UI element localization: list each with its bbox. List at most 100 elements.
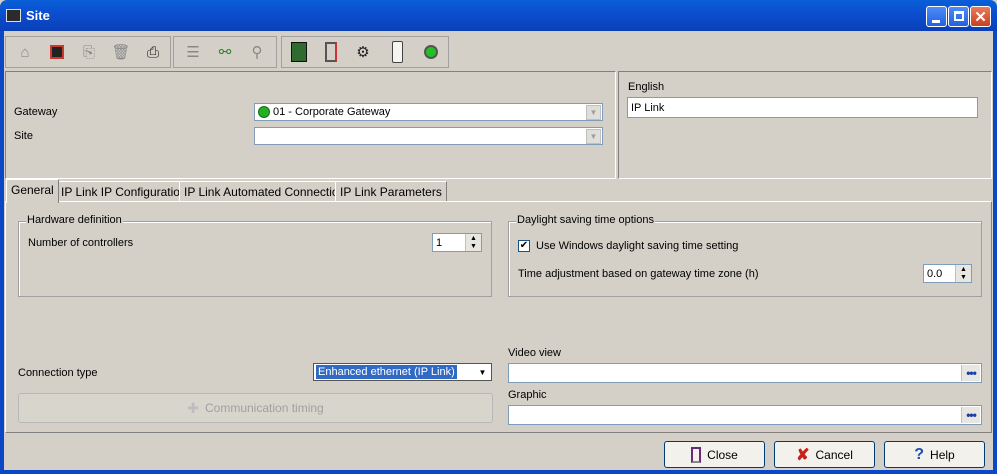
spin-down-icon[interactable]: ▼ xyxy=(956,274,971,283)
graphic-field[interactable]: ••• xyxy=(508,405,982,425)
window-frame-right xyxy=(993,31,997,474)
help-button[interactable]: ? Help xyxy=(884,441,985,468)
ellipsis-icon: ••• xyxy=(966,408,977,422)
language-label: English xyxy=(628,81,665,93)
checkmark-icon: ✔ xyxy=(519,240,529,251)
gateway-value: 01 - Corporate Gateway xyxy=(273,106,391,118)
list-button[interactable]: ☰ xyxy=(179,39,207,65)
chevron-down-icon[interactable]: ▼ xyxy=(475,365,490,380)
status-dot-icon xyxy=(258,106,270,118)
controllers-spinner[interactable]: 1 ▲ ▼ xyxy=(432,233,482,252)
status-led-icon xyxy=(424,45,438,59)
daylight-saving-group: Daylight saving time options xyxy=(508,214,982,297)
delete-button[interactable]: 🗑 xyxy=(107,39,135,65)
link-button[interactable]: ⚯ xyxy=(211,39,239,65)
title-bar xyxy=(0,0,997,31)
maximize-button[interactable] xyxy=(948,6,969,27)
time-adjustment-spinner[interactable]: 0.0 ▲ ▼ xyxy=(923,264,972,283)
controller-board-icon xyxy=(291,42,307,62)
print-button[interactable]: ⎙ xyxy=(139,39,167,65)
door-icon xyxy=(325,42,337,62)
help-question-icon: ? xyxy=(914,445,925,463)
plus-icon: ✚ xyxy=(187,399,199,416)
video-view-field[interactable]: ••• xyxy=(508,363,982,383)
search-icon: ⚲ xyxy=(251,44,263,61)
minimize-icon xyxy=(932,20,940,23)
new-icon: ⌂ xyxy=(20,43,30,61)
copy-button[interactable]: ⎘ xyxy=(75,39,103,65)
copy-icon: ⎘ xyxy=(82,43,95,61)
door-exit-icon xyxy=(691,446,702,463)
site-select[interactable]: ▼ xyxy=(254,127,603,145)
tab-general[interactable]: General xyxy=(6,179,59,203)
connection-type-value: Enhanced ethernet (IP Link) xyxy=(316,365,457,379)
reader-button[interactable] xyxy=(383,39,411,65)
cancel-button[interactable]: ✘ Cancel xyxy=(774,441,875,468)
controllers-value: 1 xyxy=(436,237,443,249)
communication-timing-label: Communication timing xyxy=(205,401,324,415)
toolbar-group-file: ⌂ ⎘ 🗑 ⎙ xyxy=(5,36,171,68)
search-button[interactable]: ⚲ xyxy=(243,39,271,65)
browse-video-button[interactable]: ••• xyxy=(961,365,980,381)
gateway-select[interactable]: 01 - Corporate Gateway ▼ xyxy=(254,103,603,121)
dst-checkbox-label: Use Windows daylight saving time setting xyxy=(536,240,739,252)
cancel-button-label: Cancel xyxy=(815,447,853,462)
cancel-x-icon: ✘ xyxy=(796,446,810,464)
video-view-label: Video view xyxy=(508,347,561,359)
print-icon: ⎙ xyxy=(146,43,159,61)
minimize-button[interactable] xyxy=(926,6,947,27)
window-frame-left xyxy=(0,31,4,474)
language-panel xyxy=(618,71,992,179)
close-button[interactable]: Close xyxy=(664,441,765,468)
dst-checkbox[interactable]: ✔ xyxy=(518,240,530,252)
connection-type-label: Connection type xyxy=(18,367,98,379)
tab-ip-link-parameters[interactable]: IP Link Parameters xyxy=(335,181,447,201)
daylight-saving-title: Daylight saving time options xyxy=(516,214,655,226)
save-icon xyxy=(50,45,64,59)
spin-up-icon[interactable]: ▲ xyxy=(466,234,481,243)
help-button-label: Help xyxy=(930,447,955,462)
site-label: Site xyxy=(14,130,33,142)
gateway-label: Gateway xyxy=(14,106,58,118)
spinner-buttons[interactable]: ▲ ▼ xyxy=(955,265,971,282)
window-frame-bottom xyxy=(0,470,997,474)
reader-icon xyxy=(391,41,403,63)
hardware-definition-title: Hardware definition xyxy=(26,214,123,226)
close-icon: ✕ xyxy=(974,8,987,26)
close-button-label: Close xyxy=(707,447,738,462)
new-button[interactable]: ⌂ xyxy=(11,39,39,65)
chevron-down-icon[interactable]: ▼ xyxy=(586,129,601,144)
list-icon: ☰ xyxy=(186,44,200,61)
connection-type-select[interactable]: Enhanced ethernet (IP Link) ▼ xyxy=(313,363,492,381)
toolbar-group-hardware: ⚙ xyxy=(281,36,449,68)
status-led-button[interactable] xyxy=(417,39,445,65)
site-name-input[interactable] xyxy=(627,97,978,118)
browse-graphic-button[interactable]: ••• xyxy=(961,407,980,423)
tab-ip-link-ip-configuration[interactable]: IP Link IP Configuration xyxy=(56,181,192,201)
app-icon xyxy=(6,9,21,22)
save-button[interactable] xyxy=(43,39,71,65)
io-module-button[interactable]: ⚙ xyxy=(349,39,377,65)
io-module-icon: ⚙ xyxy=(356,44,370,61)
controllers-label: Number of controllers xyxy=(28,237,134,249)
close-window-button[interactable]: ✕ xyxy=(970,6,991,27)
delete-icon: 🗑 xyxy=(111,44,131,61)
communication-timing-button[interactable]: ✚ Communication timing xyxy=(18,393,493,423)
time-adjustment-label: Time adjustment based on gateway time zo… xyxy=(518,268,759,280)
ellipsis-icon: ••• xyxy=(966,366,977,380)
header-panel xyxy=(5,71,616,179)
toolbar-group-tools: ☰ ⚯ ⚲ xyxy=(173,36,277,68)
window-title: Site xyxy=(26,8,50,23)
hardware-definition-group: Hardware definition xyxy=(18,214,492,297)
link-icon: ⚯ xyxy=(218,44,232,61)
spinner-buttons[interactable]: ▲ ▼ xyxy=(465,234,481,251)
graphic-label: Graphic xyxy=(508,389,547,401)
chevron-down-icon[interactable]: ▼ xyxy=(586,105,601,120)
spin-down-icon[interactable]: ▼ xyxy=(466,243,481,252)
controller-board-button[interactable] xyxy=(285,39,313,65)
door-button[interactable] xyxy=(317,39,345,65)
maximize-icon xyxy=(954,11,964,21)
spin-up-icon[interactable]: ▲ xyxy=(956,265,971,274)
time-adjustment-value: 0.0 xyxy=(927,268,943,280)
tab-ip-link-automated-connection[interactable]: IP Link Automated Connection xyxy=(179,181,351,201)
